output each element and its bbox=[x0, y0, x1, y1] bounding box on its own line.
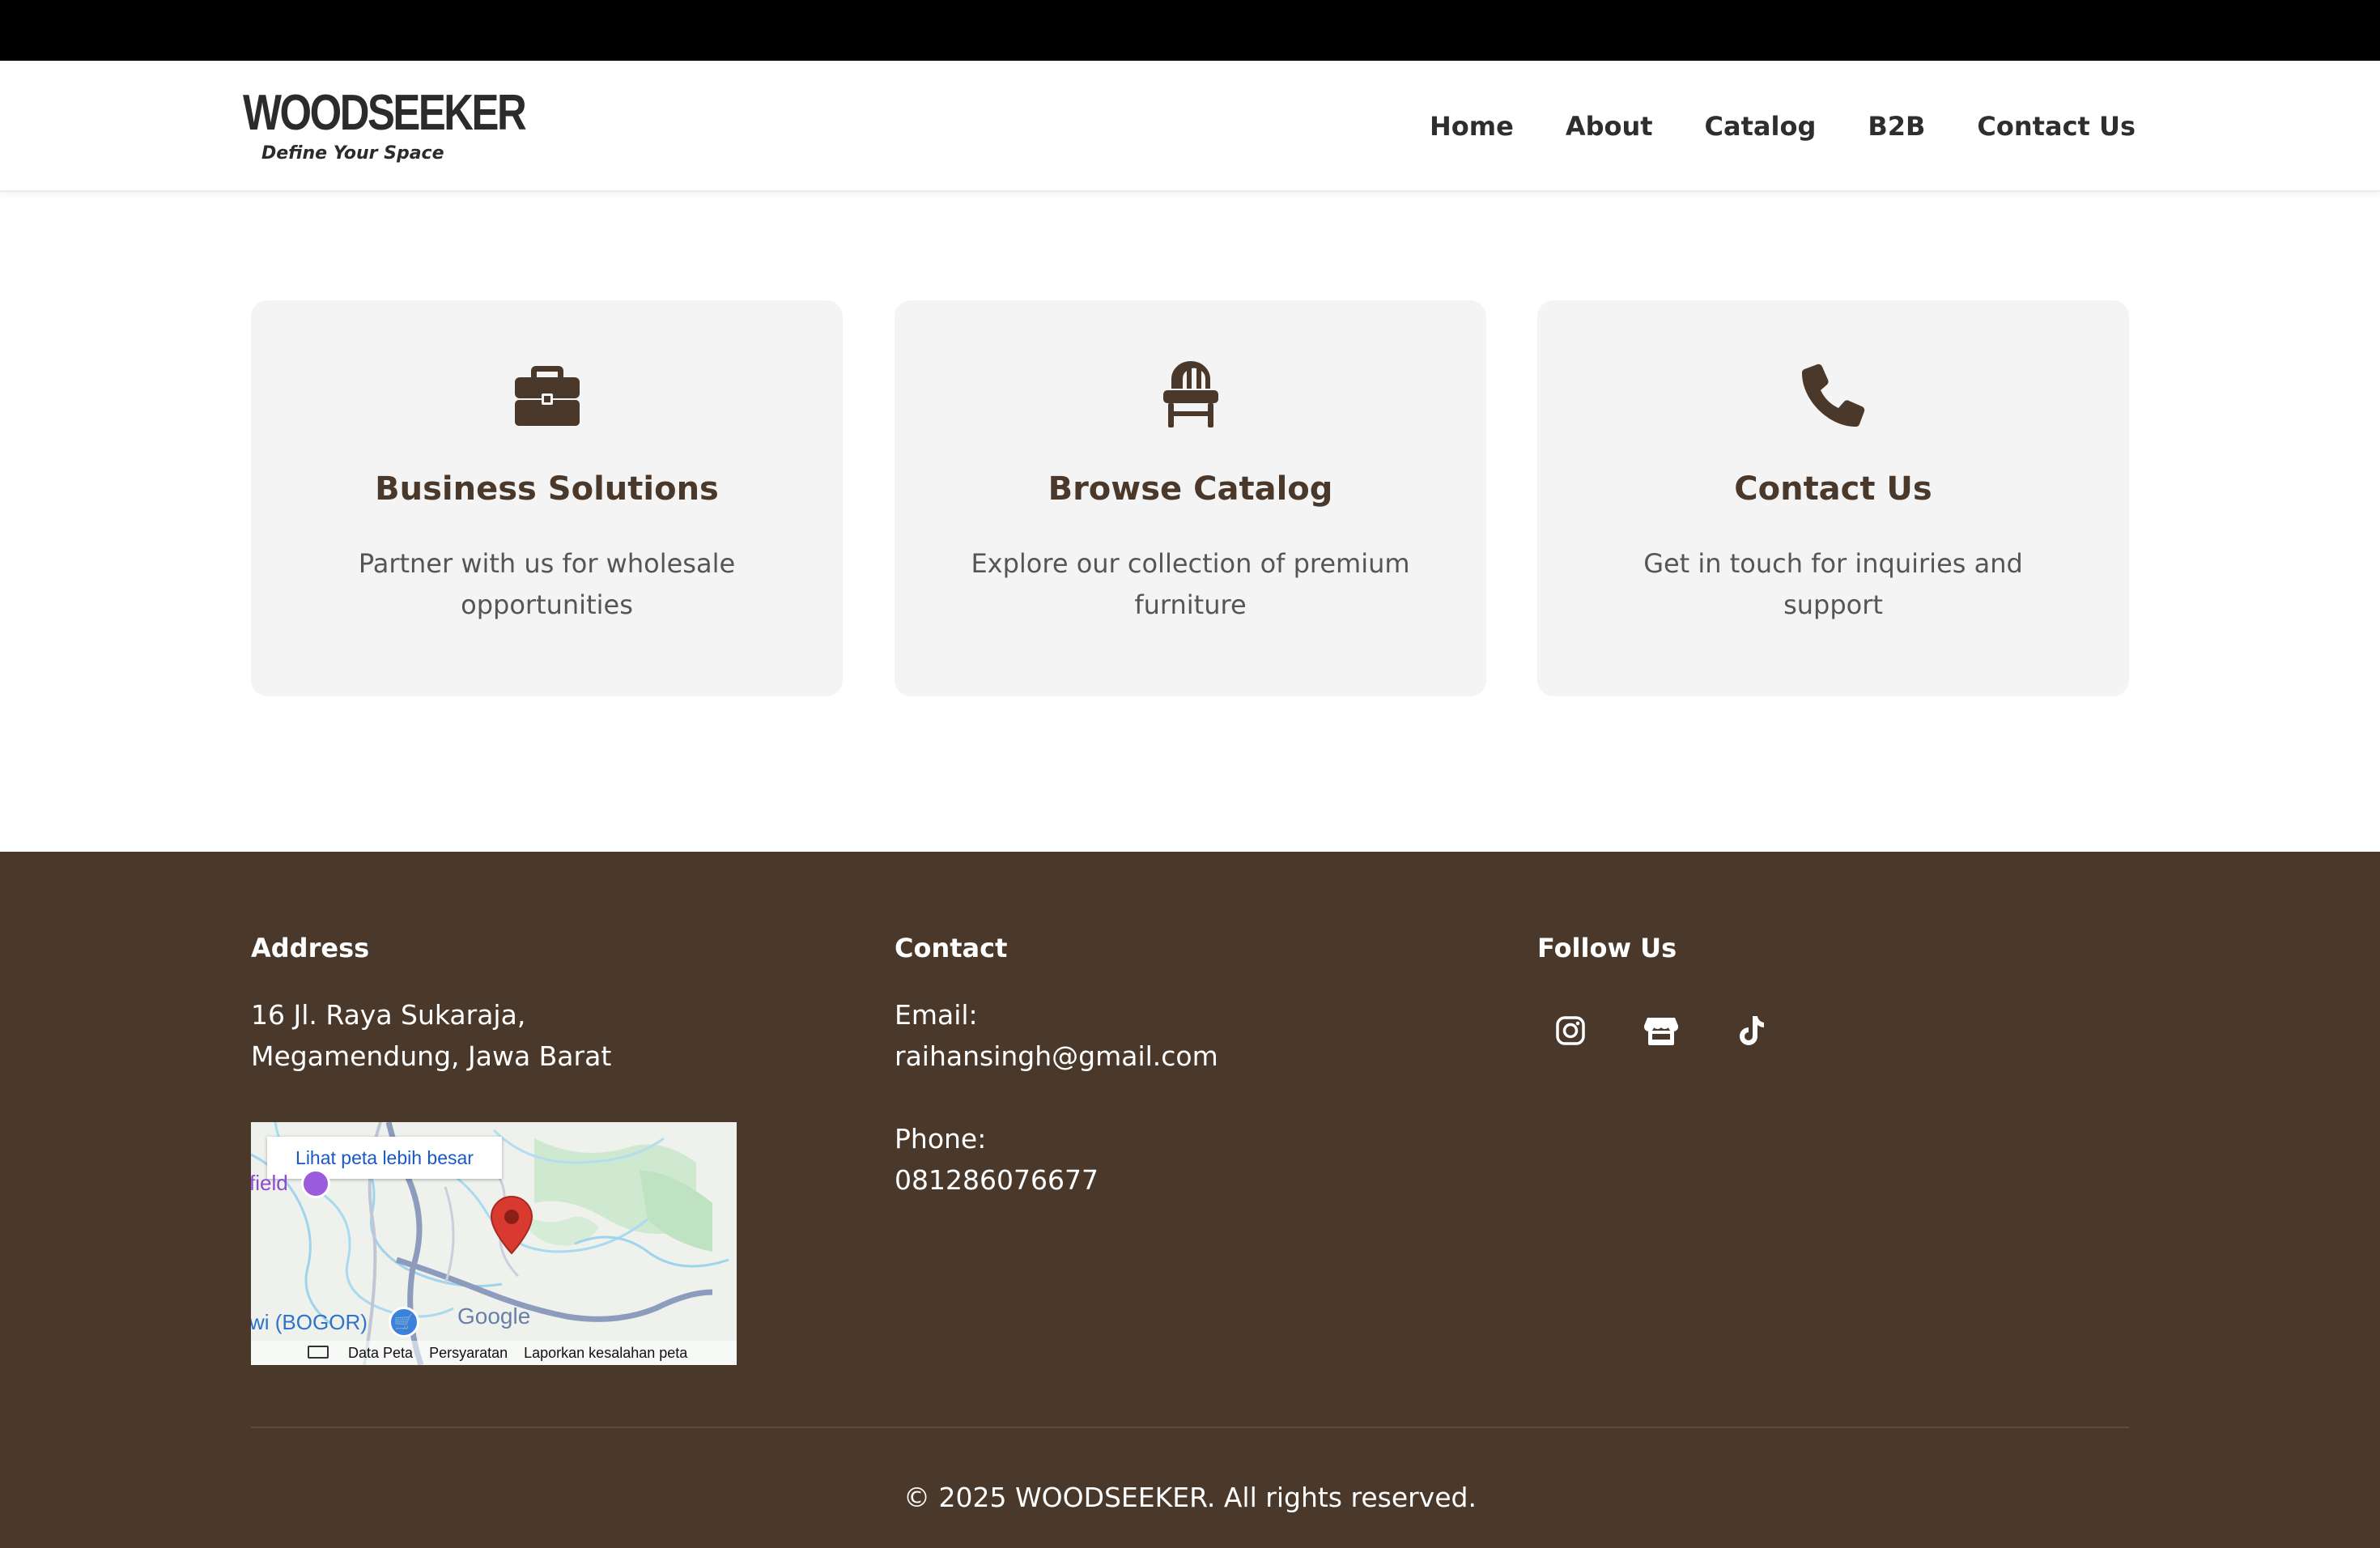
footer-address: Address 16 Jl. Raya Sukaraja, Megamendun… bbox=[251, 933, 737, 1365]
card-description: Partner with us for wholesale opportunit… bbox=[358, 548, 736, 620]
footer-divider bbox=[251, 1427, 2129, 1428]
google-logo: Google bbox=[457, 1303, 531, 1329]
logo[interactable]: WOODSEEKER Define Your Space bbox=[243, 85, 587, 164]
email-label: Email: bbox=[895, 999, 978, 1031]
briefcase-icon bbox=[251, 361, 843, 429]
nav-home[interactable]: Home bbox=[1430, 111, 1514, 142]
nav-about[interactable]: About bbox=[1566, 111, 1653, 142]
address-line: 16 Jl. Raya Sukaraja, bbox=[251, 999, 526, 1031]
instagram-icon[interactable] bbox=[1537, 997, 1604, 1064]
social-links bbox=[1537, 997, 1785, 1064]
nav-b2b[interactable]: B2B bbox=[1868, 111, 1925, 142]
map-attribution: Data Peta Persyaratan Laporkan kesalahan… bbox=[251, 1341, 737, 1365]
address-heading: Address bbox=[251, 933, 370, 963]
place-marker-icon bbox=[301, 1169, 330, 1198]
address-line: Megamendung, Jawa Barat bbox=[251, 1040, 612, 1072]
map-report-link[interactable]: Laporkan kesalahan peta bbox=[524, 1345, 687, 1362]
copyright-text: © 2025 WOODSEEKER. All rights reserved. bbox=[903, 1482, 1477, 1513]
card-title: Browse Catalog bbox=[1048, 470, 1333, 508]
shopping-cart-icon: 🛒 bbox=[389, 1307, 419, 1337]
nav-catalog[interactable]: Catalog bbox=[1705, 111, 1817, 142]
card-contact-us[interactable]: Contact Us Get in touch for inquiries an… bbox=[1537, 300, 2129, 696]
map-place-label: field bbox=[251, 1171, 288, 1195]
keyboard-icon[interactable] bbox=[308, 1346, 329, 1359]
phone-icon bbox=[1537, 361, 2129, 429]
card-browse-catalog[interactable]: Browse Catalog Explore our collection of… bbox=[895, 300, 1486, 696]
chair-icon bbox=[895, 361, 1486, 429]
follow-heading: Follow Us bbox=[1537, 933, 1677, 963]
map-terms-link[interactable]: Persyaratan bbox=[429, 1345, 508, 1362]
tiktok-icon[interactable] bbox=[1719, 997, 1785, 1064]
store-icon[interactable] bbox=[1628, 997, 1694, 1064]
card-description: Explore our collection of premium furnit… bbox=[971, 548, 1410, 620]
site-footer: Address 16 Jl. Raya Sukaraja, Megamendun… bbox=[0, 852, 2380, 1548]
phone-link[interactable]: 081286076677 bbox=[895, 1159, 1380, 1201]
logo-tagline: Define Your Space bbox=[261, 143, 444, 164]
view-larger-map-link[interactable]: Lihat peta lebih besar bbox=[267, 1137, 502, 1179]
map-data-link[interactable]: Data Peta bbox=[348, 1345, 413, 1362]
card-description: Get in touch for inquiries and support bbox=[1643, 548, 2023, 620]
card-business-solutions[interactable]: Business Solutions Partner with us for w… bbox=[251, 300, 843, 696]
contact-details: Email: raihansingh@gmail.com Phone: 0812… bbox=[895, 994, 1380, 1201]
card-title: Business Solutions bbox=[375, 470, 719, 508]
footer-follow: Follow Us bbox=[1537, 933, 1764, 1045]
map-embed[interactable]: Lihat peta lebih besar field wi (BOGOR) … bbox=[251, 1122, 737, 1365]
address-text: 16 Jl. Raya Sukaraja, Megamendung, Jawa … bbox=[251, 994, 737, 1077]
email-link[interactable]: raihansingh@gmail.com bbox=[895, 1036, 1380, 1077]
phone-label: Phone: bbox=[895, 1123, 987, 1155]
nav-contact-us[interactable]: Contact Us bbox=[1977, 111, 2136, 142]
logo-name: WOODSEEKER bbox=[243, 85, 527, 141]
contact-heading: Contact bbox=[895, 933, 1008, 963]
feature-cards: Business Solutions Partner with us for w… bbox=[251, 300, 2129, 696]
top-bar bbox=[0, 0, 2380, 61]
card-title: Contact Us bbox=[1734, 470, 1932, 508]
map-place-label: wi (BOGOR) bbox=[251, 1310, 368, 1334]
footer-contact: Contact Email: raihansingh@gmail.com Pho… bbox=[895, 933, 1218, 1196]
location-pin-icon[interactable] bbox=[490, 1195, 533, 1258]
main-nav: Home About Catalog B2B Contact Us bbox=[1430, 61, 2136, 192]
site-header: WOODSEEKER Define Your Space Home About … bbox=[0, 61, 2380, 192]
